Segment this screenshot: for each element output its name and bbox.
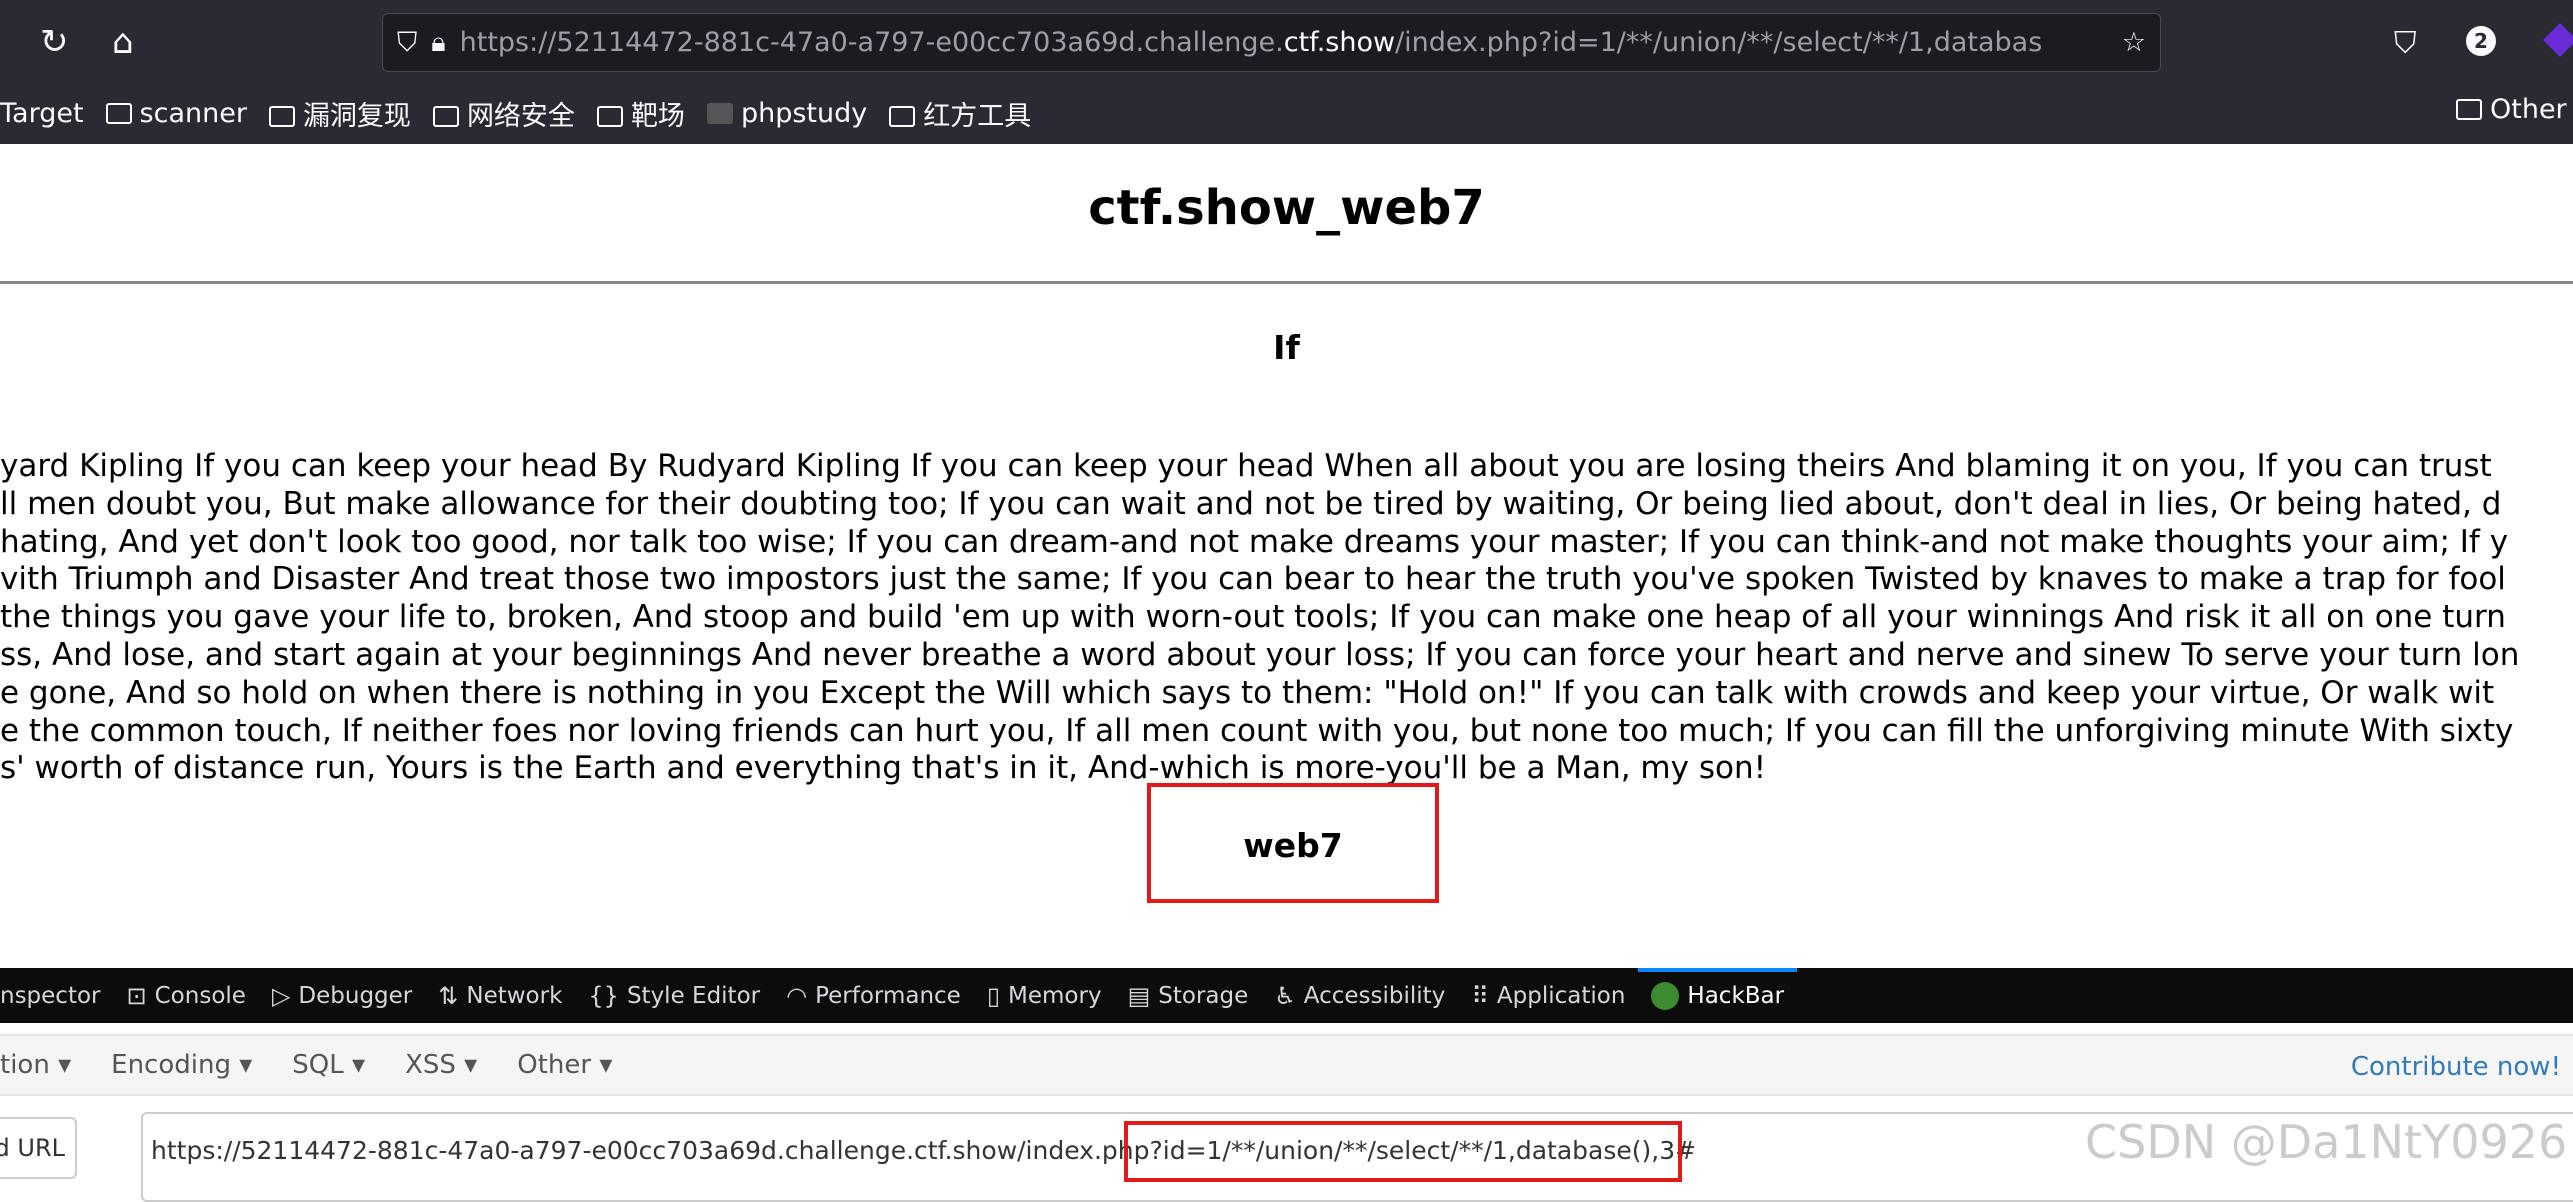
bookmark-label: Other	[2490, 94, 2567, 125]
poem-title: If	[1273, 328, 1300, 367]
menu-encryption[interactable]: tion ▾	[0, 1050, 71, 1080]
phpstudy-icon	[706, 102, 733, 124]
tab-hackbar[interactable]: HackBar	[1638, 968, 1797, 1023]
tab-label: Performance	[815, 982, 961, 1009]
folder-icon	[268, 105, 295, 127]
tab-label: Storage	[1158, 982, 1249, 1009]
debugger-icon: ▷	[271, 981, 291, 1010]
tab-label: Accessibility	[1303, 982, 1446, 1009]
poem-text: yard Kipling If you can keep your head B…	[0, 448, 2573, 788]
poem-line: e the common touch, If neither foes nor …	[0, 712, 2514, 749]
poem-line: hating, And yet don't look too good, nor…	[0, 523, 2509, 560]
bookmark-label: 红方工具	[923, 100, 1032, 132]
menu-label: Other	[517, 1050, 592, 1080]
tab-storage[interactable]: ▤ Storage	[1115, 968, 1262, 1023]
bookmark-star-icon[interactable]: ☆	[2115, 27, 2146, 58]
accessibility-icon: ♿︎	[1274, 981, 1296, 1010]
address-bar[interactable]: ⛉ 🔒︎ https://52114472-881c-47a0-a797-e00…	[382, 13, 2161, 72]
tab-label: Application	[1496, 982, 1626, 1009]
tab-label: nspector	[0, 982, 101, 1009]
divider	[0, 281, 2573, 284]
bookmark-label: phpstudy	[740, 97, 868, 129]
tab-network[interactable]: ⇅ Network	[425, 968, 575, 1023]
folder-icon	[432, 105, 459, 127]
tab-style-editor[interactable]: {} Style Editor	[575, 968, 773, 1023]
poem-line: ss, And lose, and start again at your be…	[0, 636, 2520, 673]
reload-icon[interactable]: ↻	[40, 22, 69, 62]
storage-icon: ▤	[1127, 981, 1151, 1010]
bookmark-label: 漏洞复现	[302, 100, 411, 132]
watermark: CSDN @Da1NtY0926	[2085, 1115, 2568, 1169]
bookmark-netsec[interactable]: 网络安全	[432, 94, 575, 133]
memory-icon: ▯	[986, 981, 1001, 1010]
tab-label: Console	[154, 982, 246, 1009]
tab-memory[interactable]: ▯ Memory	[974, 968, 1115, 1023]
menu-label: Encoding	[111, 1050, 231, 1080]
home-icon[interactable]: ⌂	[112, 22, 134, 62]
poem-line: vith Triumph and Disaster And treat thos…	[0, 561, 2506, 598]
tab-label: Style Editor	[626, 982, 761, 1009]
menu-label: XSS	[405, 1050, 456, 1080]
hackbar-icon	[1651, 981, 1680, 1010]
devtools-tabbar: nspector ⊡ Console ▷ Debugger ⇅ Network {} S…	[0, 968, 2573, 1023]
url-prefix: https://52114472-881c-47a0-a797-e00cc703…	[459, 27, 1284, 58]
tab-debugger[interactable]: ▷ Debugger	[259, 968, 425, 1023]
tab-console[interactable]: ⊡ Console	[114, 968, 259, 1023]
bookmark-phpstudy[interactable]: phpstudy	[706, 97, 868, 129]
extension-icon[interactable]	[2543, 23, 2573, 57]
bookmark-range[interactable]: 靶场	[596, 94, 685, 133]
browser-toolbar: ↻ ⌂ ⛉ 🔒︎ https://52114472-881c-47a0-a797…	[0, 0, 2573, 144]
tab-inspector[interactable]: nspector	[0, 968, 114, 1023]
poem-line: e gone, And so hold on when there is not…	[0, 674, 2495, 711]
shield-icon[interactable]: ⛉	[397, 27, 417, 59]
bookmark-label: 靶场	[630, 100, 685, 132]
tab-label: Network	[466, 982, 563, 1009]
extension-badge[interactable]: 2	[2466, 26, 2496, 56]
bookmark-vuln[interactable]: 漏洞复现	[268, 94, 411, 133]
tab-label: HackBar	[1687, 982, 1785, 1009]
contribute-link[interactable]: Contribute now!	[2351, 1052, 2561, 1082]
menu-encoding[interactable]: Encoding ▾	[111, 1050, 252, 1080]
menu-label: tion	[0, 1050, 50, 1080]
bookmark-label: 网络安全	[466, 100, 575, 132]
menu-sql[interactable]: SQL ▾	[292, 1050, 365, 1080]
page-title: ctf.show_web7	[1088, 180, 1485, 236]
folder-icon	[596, 105, 623, 127]
tab-performance[interactable]: ◠ Performance	[773, 968, 974, 1023]
folder-icon	[889, 105, 916, 127]
menu-label: SQL	[292, 1050, 344, 1080]
poem-line: the things you gave your life to, broken…	[0, 599, 2506, 636]
highlight-box	[1147, 783, 1439, 903]
tab-accessibility[interactable]: ♿︎ Accessibility	[1261, 968, 1458, 1023]
console-icon: ⊡	[126, 981, 147, 1010]
folder-icon	[2456, 99, 2482, 120]
grid-icon: ⠿	[1471, 981, 1489, 1010]
hackbar-menu: tion ▾ Encoding ▾ SQL ▾ XSS ▾ Other ▾ Co…	[0, 1034, 2573, 1096]
load-url-button[interactable]: d URL	[0, 1117, 77, 1179]
folder-icon	[105, 102, 132, 124]
poem-line: yard Kipling If you can keep your head B…	[0, 448, 2492, 484]
bookmark-label: scanner	[139, 97, 247, 129]
poem-line: ll men doubt you, But make allowance for…	[0, 485, 2502, 522]
highlight-box	[1124, 1121, 1682, 1182]
lock-icon[interactable]: 🔒︎	[431, 27, 445, 59]
bookmarks-bar: Target scanner 漏洞复现 网络安全 靶场 phpstudy 红方工…	[0, 85, 1031, 141]
network-icon: ⇅	[438, 981, 459, 1010]
bookmark-tools[interactable]: 红方工具	[889, 94, 1031, 133]
bookmark-target[interactable]: Target	[0, 98, 84, 129]
menu-xss[interactable]: XSS ▾	[405, 1050, 477, 1080]
tab-label: Debugger	[298, 982, 413, 1009]
other-bookmarks[interactable]: Other	[2456, 94, 2567, 125]
tab-label: Memory	[1008, 982, 1102, 1009]
menu-other[interactable]: Other ▾	[517, 1050, 612, 1080]
braces-icon: {}	[588, 981, 619, 1010]
gauge-icon: ◠	[786, 981, 808, 1010]
pocket-icon[interactable]: ⛉	[2394, 26, 2417, 61]
url-suffix: /index.php?id=1/**/union/**/select/**/1,…	[1395, 27, 2043, 58]
tab-application[interactable]: ⠿ Application	[1458, 968, 1638, 1023]
url-host: ctf.show	[1283, 27, 1396, 58]
bookmark-scanner[interactable]: scanner	[105, 97, 247, 129]
